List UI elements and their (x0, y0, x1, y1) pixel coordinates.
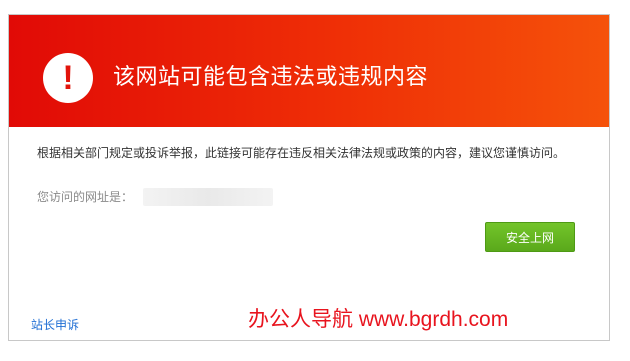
safe-browse-button[interactable]: 安全上网 (485, 222, 575, 252)
site-watermark: 办公人导航 www.bgrdh.com (248, 308, 509, 331)
webmaster-appeal-link[interactable]: 站长申诉 (31, 317, 79, 333)
warning-header: ! 该网站可能包含违法或违规内容 (9, 15, 609, 127)
warning-card: ! 该网站可能包含违法或违规内容 根据相关部门规定或投诉举报，此链接可能存在违反… (8, 14, 610, 341)
warning-title: 该网站可能包含违法或违规内容 (113, 65, 429, 90)
url-value-blurred (143, 188, 273, 206)
warning-description: 根据相关部门规定或投诉举报，此链接可能存在违反相关法律法规或政策的内容，建议您谨… (37, 146, 566, 160)
url-label: 您访问的网址是： (37, 190, 134, 204)
exclamation-icon: ! (43, 53, 93, 103)
